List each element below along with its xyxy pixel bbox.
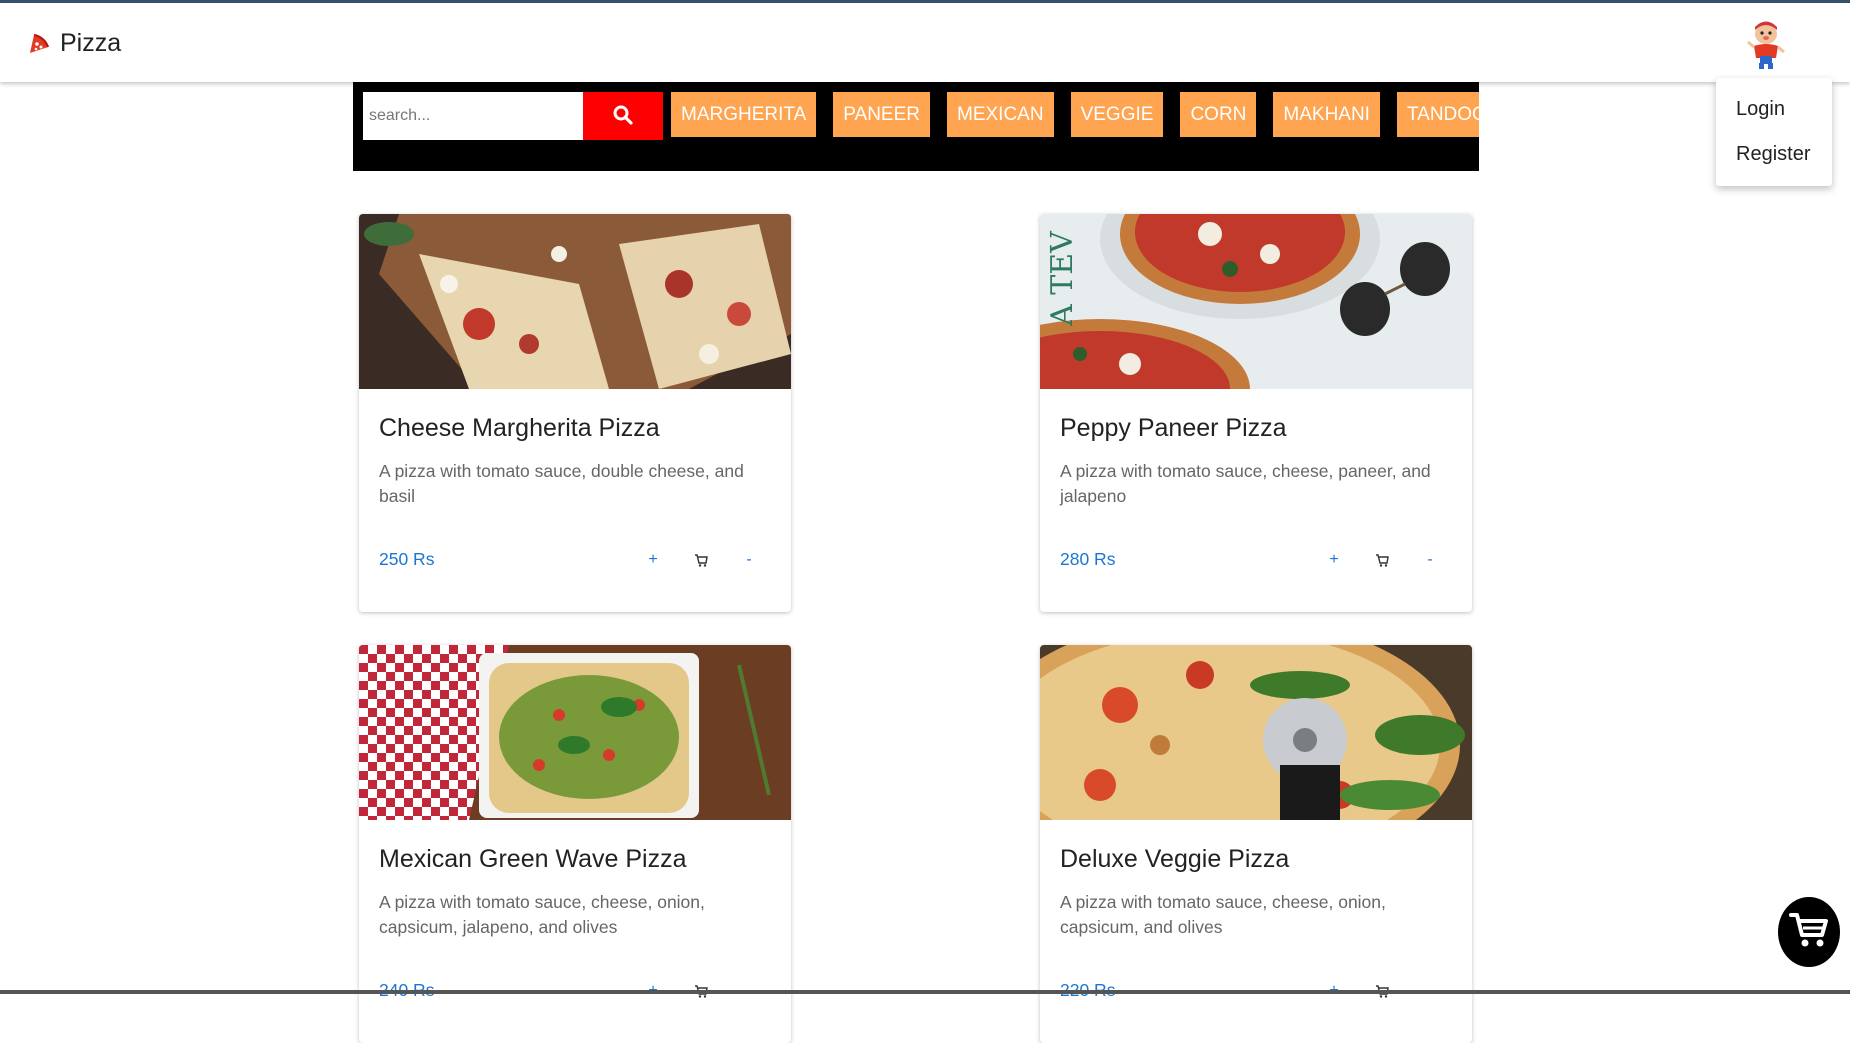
search-button[interactable] <box>583 92 663 140</box>
product-description: A pizza with tomato sauce, cheese, onion… <box>1060 892 1386 937</box>
svg-text:A TEV: A TEV <box>1045 230 1080 327</box>
cart-icon[interactable] <box>677 544 725 576</box>
category-paneer[interactable]: PANEER <box>833 92 930 137</box>
remove-from-cart-button[interactable]: - <box>1406 544 1454 576</box>
remove-from-cart-button[interactable]: - <box>725 544 773 576</box>
cart-icon[interactable] <box>1358 544 1406 576</box>
product-price: 250 Rs <box>379 549 435 569</box>
search-icon <box>613 105 633 128</box>
register-menu-item[interactable]: Register <box>1736 143 1810 166</box>
product-name: Cheese Margherita Pizza <box>379 414 660 442</box>
category-makhani[interactable]: MAKHANI <box>1273 92 1380 137</box>
brand[interactable]: Pizza <box>28 29 121 58</box>
product-description: A pizza with tomato sauce, double cheese… <box>379 461 744 506</box>
product-description: A pizza with tomato sauce, cheese, onion… <box>379 892 705 937</box>
product-image: A TEV <box>1040 214 1472 389</box>
product-card: Mexican Green Wave Pizza A pizza with to… <box>359 645 791 1043</box>
user-menu: Login Register <box>1716 78 1832 186</box>
product-actions: + - <box>1310 544 1454 576</box>
search-input[interactable] <box>363 92 585 140</box>
product-name: Deluxe Veggie Pizza <box>1060 845 1290 873</box>
category-corn[interactable]: CORN <box>1180 92 1257 137</box>
add-to-cart-button[interactable]: + <box>1310 544 1358 576</box>
app-bar: Pizza <box>0 3 1850 82</box>
product-name: Mexican Green Wave Pizza <box>379 845 687 873</box>
category-tandoori[interactable]: TANDOORI <box>1396 92 1479 137</box>
product-card: Cheese Margherita Pizza A pizza with tom… <box>359 214 791 612</box>
category-veggie[interactable]: VEGGIE <box>1070 92 1164 137</box>
user-avatar-icon[interactable] <box>1740 18 1792 72</box>
pizza-slice-icon <box>28 33 50 55</box>
product-price: 280 Rs <box>1060 549 1116 569</box>
category-list: MARGHERITA PANEER MEXICAN VEGGIE CORN MA… <box>671 92 1479 137</box>
shopping-cart-icon <box>1789 911 1829 954</box>
product-image <box>1040 645 1472 820</box>
product-card: Deluxe Veggie Pizza A pizza with tomato … <box>1040 645 1472 1043</box>
product-description: A pizza with tomato sauce, cheese, panee… <box>1060 461 1431 506</box>
add-to-cart-button[interactable]: + <box>629 544 677 576</box>
category-mexican[interactable]: MEXICAN <box>947 92 1054 137</box>
product-name: Peppy Paneer Pizza <box>1060 414 1287 442</box>
app-title: Pizza <box>60 29 122 57</box>
category-margherita[interactable]: MARGHERITA <box>671 92 817 137</box>
product-image <box>359 645 791 820</box>
product-actions: + - <box>629 544 773 576</box>
bottom-divider <box>0 990 1850 994</box>
product-card: A TEV Peppy Paneer Pizza A pizza with to… <box>1040 214 1472 612</box>
product-image <box>359 214 791 389</box>
search-toolbar: MARGHERITA PANEER MEXICAN VEGGIE CORN MA… <box>353 82 1479 171</box>
floating-cart-button[interactable] <box>1778 897 1840 967</box>
login-menu-item[interactable]: Login <box>1736 98 1785 121</box>
